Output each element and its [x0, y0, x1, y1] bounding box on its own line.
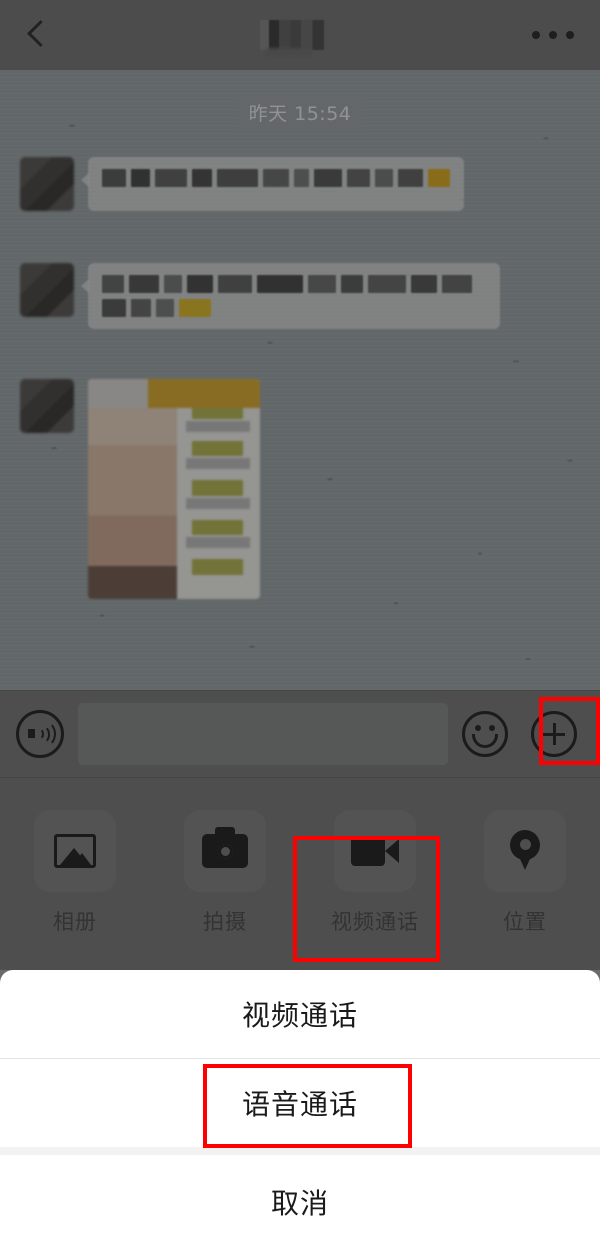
message-row-image[interactable]: [0, 379, 600, 599]
redacted-block: [347, 169, 370, 187]
attach-item-location[interactable]: 位置: [450, 810, 600, 936]
tile: [34, 810, 116, 892]
action-sheet-cancel[interactable]: 取消: [0, 1155, 600, 1242]
message-row[interactable]: [0, 157, 600, 211]
redacted-block: [154, 169, 187, 187]
mouth: [472, 734, 498, 748]
tile: [184, 810, 266, 892]
redacted-line: [102, 169, 450, 187]
redacted-block: [341, 275, 363, 293]
pin-tail: [516, 850, 534, 870]
image-content: [88, 379, 260, 599]
tile: [334, 810, 416, 892]
redacted-block: [217, 169, 259, 187]
image-header-band: [88, 379, 260, 408]
attach-label: 相册: [53, 910, 97, 934]
tile: [484, 810, 566, 892]
redacted-block: [129, 275, 159, 293]
image-accent: [192, 480, 244, 496]
image-left-region: [88, 379, 178, 599]
dot: [549, 31, 557, 39]
attach-item-video-call[interactable]: 视频通话: [300, 810, 450, 936]
redacted-block: [263, 169, 290, 187]
back-icon[interactable]: [22, 20, 52, 50]
plus-circle-icon: [531, 711, 577, 757]
redacted-block: [398, 169, 423, 187]
photo-icon: [54, 834, 96, 868]
sheet-gap: [0, 1147, 600, 1155]
image-line: [185, 497, 251, 509]
attach-item-album[interactable]: 相册: [0, 810, 150, 936]
location-pin-icon: [510, 830, 540, 872]
redacted-block: [218, 275, 252, 293]
wechat-chat-screen: 昨天 15:54 相册 拍摄 视频通话 位置 视频通话 语音通话 取消: [0, 0, 600, 1242]
attach-label: 视频通话: [331, 910, 419, 934]
eye: [489, 725, 495, 731]
avatar[interactable]: [20, 157, 74, 211]
message-list[interactable]: 昨天 15:54: [0, 70, 600, 690]
redacted-block: [374, 169, 394, 187]
voice-wave-icon[interactable]: [16, 710, 64, 758]
avatar[interactable]: [20, 263, 74, 317]
dot: [532, 31, 540, 39]
redacted-block: [164, 275, 182, 293]
redacted-block: [102, 169, 127, 187]
image-message-redacted[interactable]: [88, 379, 260, 599]
video-camera-icon: [351, 836, 399, 866]
redacted-block: [411, 275, 437, 293]
redacted-block: [102, 275, 124, 293]
redacted-block: [314, 169, 343, 187]
image-accent: [192, 519, 244, 536]
message-input-bar: [0, 690, 600, 778]
redacted-block: [131, 299, 151, 317]
redacted-block: [102, 299, 126, 317]
timestamp-row: 昨天 15:54: [0, 70, 600, 131]
redacted-block: [257, 275, 303, 293]
image-accent: [192, 559, 244, 575]
action-sheet-item-video-call[interactable]: 视频通话: [0, 970, 600, 1058]
redacted-line: [102, 299, 486, 317]
redacted-block: [131, 169, 150, 187]
redacted-line: [102, 275, 486, 293]
image-line: [185, 458, 251, 470]
camera-icon: [202, 827, 248, 868]
redacted-block: [191, 169, 213, 187]
chat-header: [0, 0, 600, 70]
image-accent: [192, 440, 244, 456]
message-bubble-redacted[interactable]: [81, 263, 500, 329]
message-input[interactable]: [78, 703, 448, 765]
dot: [566, 31, 574, 39]
redacted-block: [294, 169, 310, 187]
more-horizontal-icon[interactable]: [532, 31, 578, 39]
attach-item-camera[interactable]: 拍摄: [150, 810, 300, 936]
image-line: [185, 537, 251, 549]
attachment-panel: 相册 拍摄 视频通话 位置: [0, 778, 600, 970]
redacted-block: [308, 275, 336, 293]
wave-arc: [34, 721, 56, 747]
redacted-block: [442, 275, 472, 293]
smiley-icon[interactable]: [462, 711, 508, 757]
message-row[interactable]: [0, 263, 600, 329]
avatar[interactable]: [20, 379, 74, 433]
redacted-block: [368, 275, 406, 293]
redacted-block: [187, 275, 213, 293]
voice-glyph: [28, 721, 56, 747]
redacted-highlight-block: [179, 299, 211, 317]
eye: [475, 725, 481, 731]
redacted-highlight-block: [427, 169, 450, 187]
attach-label: 位置: [503, 910, 547, 934]
image-right-region: [177, 379, 260, 599]
redacted-block: [156, 299, 174, 317]
action-sheet-options: 视频通话 语音通话: [0, 970, 600, 1147]
call-action-sheet: 视频通话 语音通话 取消: [0, 970, 600, 1242]
message-bubble-redacted[interactable]: [81, 157, 464, 211]
plus-button[interactable]: [524, 700, 584, 768]
message-timestamp: 昨天 15:54: [236, 94, 364, 131]
chat-title-redacted: [260, 20, 324, 50]
action-sheet-item-voice-call[interactable]: 语音通话: [0, 1059, 600, 1147]
image-line: [185, 420, 251, 432]
attach-label: 拍摄: [203, 910, 247, 934]
